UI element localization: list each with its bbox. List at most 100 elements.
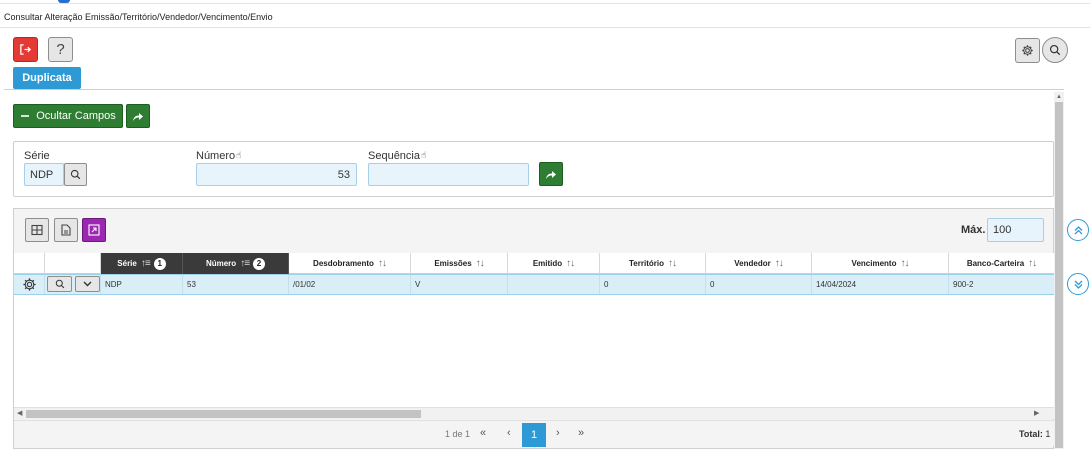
serie-input[interactable]: NDP <box>24 163 64 186</box>
sort-both-icon: ↑↓ <box>377 258 387 269</box>
cell-emissoes: V <box>411 275 508 294</box>
scroll-right-arrow-icon[interactable]: ▶ <box>1034 409 1039 417</box>
column-header-emissoes[interactable]: Emissões ↑↓ <box>411 253 508 274</box>
serie-label: Série <box>24 150 50 162</box>
scroll-top-button[interactable] <box>1067 219 1089 241</box>
column-header-emitido[interactable]: Emitido ↑↓ <box>508 253 600 274</box>
search-icon <box>70 169 81 180</box>
share-button[interactable] <box>126 104 150 128</box>
search-icon <box>1049 44 1061 56</box>
sequencia-label-text: Sequência <box>368 150 420 162</box>
share-arrow-icon <box>546 170 556 179</box>
max-label: Máx. <box>961 224 986 236</box>
vertical-scroll-thumb[interactable] <box>1055 102 1063 448</box>
cell-banco-carteira: 900-2 <box>953 280 974 289</box>
numero-label-text: Número <box>196 150 236 162</box>
sequencia-input[interactable] <box>368 163 529 186</box>
current-page-button[interactable]: 1 <box>522 423 546 447</box>
column-header-banco-carteira[interactable]: Banco-Carteira ↑↓ <box>949 253 1054 274</box>
cell-desdobramento: /01/02 <box>289 275 411 294</box>
document-icon <box>61 224 71 236</box>
chevrons-up-icon <box>1074 225 1082 234</box>
prev-page-button[interactable]: ‹ <box>507 427 511 439</box>
page-info: 1 de 1 <box>445 429 471 439</box>
column-header-label: Emissões <box>434 259 472 268</box>
exit-icon <box>20 44 32 55</box>
share-arrow-icon <box>133 112 143 121</box>
minus-icon <box>21 115 30 117</box>
header-actions-cell <box>45 253 101 274</box>
export-icon <box>88 224 100 236</box>
table-header: Série ↑≡ 1 Número ↑≡ 2 Desdobramento ↑↓ Emiss… <box>14 253 1054 274</box>
column-header-label: Desdobramento <box>313 259 374 268</box>
top-indicator <box>58 0 70 3</box>
cell-serie: NDP <box>101 275 183 294</box>
column-header-territorio[interactable]: Território ↑↓ <box>600 253 706 274</box>
exit-button[interactable] <box>13 37 38 62</box>
pointer-hand-icon: ☝ <box>236 150 242 160</box>
sort-both-icon: ↑↓ <box>900 258 909 269</box>
sort-both-icon: ↑↓ <box>774 258 784 269</box>
title-divider <box>0 27 1090 28</box>
total-label: Total: <box>1019 429 1043 439</box>
column-header-label: Emitido <box>532 259 563 268</box>
row-settings-cell <box>14 275 45 294</box>
column-header-vendedor[interactable]: Vendedor ↑↓ <box>706 253 812 274</box>
next-page-button[interactable]: › <box>556 427 560 439</box>
row-expand-button[interactable] <box>75 276 100 292</box>
help-button[interactable]: ? <box>48 37 73 62</box>
column-header-numero[interactable]: Número ↑≡ 2 <box>183 253 289 274</box>
gear-icon[interactable] <box>22 277 37 292</box>
row-actions-cell <box>45 275 101 294</box>
horizontal-scroll-thumb[interactable] <box>26 410 421 418</box>
column-header-serie[interactable]: Série ↑≡ 1 <box>101 253 183 274</box>
vertical-scrollbar[interactable]: ▲ <box>1054 92 1064 449</box>
sequencia-label: Sequência☝ <box>368 150 426 162</box>
sort-both-icon: ↑↓ <box>475 258 485 269</box>
column-header-label: Vendedor <box>734 259 771 268</box>
search-icon <box>55 279 64 289</box>
chevron-down-icon <box>83 281 92 287</box>
results-table: Série ↑≡ 1 Número ↑≡ 2 Desdobramento ↑↓ Emiss… <box>14 253 1054 407</box>
column-header-vencimento[interactable]: Vencimento ↑↓ <box>812 253 949 274</box>
cell-numero: 53 <box>183 275 289 294</box>
global-search-button[interactable] <box>1042 37 1068 63</box>
top-bar <box>0 0 1090 4</box>
scroll-bottom-button[interactable] <box>1067 273 1089 295</box>
export-button[interactable] <box>82 218 106 242</box>
scroll-up-arrow-icon[interactable]: ▲ <box>1056 94 1062 100</box>
sort-both-icon: ↑↓ <box>1028 258 1037 269</box>
hide-fields-button[interactable]: Ocultar Campos <box>13 104 123 128</box>
header-settings-cell <box>14 253 45 274</box>
cell-emitido <box>508 275 600 294</box>
table-row[interactable]: NDP 53 /01/02 V 0 0 14/04/2024 900-2 <box>14 274 1054 295</box>
filter-panel <box>13 141 1054 197</box>
document-button[interactable] <box>54 218 78 242</box>
grid-view-button[interactable] <box>25 218 49 242</box>
cell-vendedor: 0 <box>706 275 812 294</box>
max-input[interactable]: 100 <box>987 218 1044 242</box>
cell-territorio: 0 <box>600 275 706 294</box>
total-value: 1 <box>1045 429 1051 439</box>
apply-filter-button[interactable] <box>539 162 563 186</box>
row-view-button[interactable] <box>47 276 72 292</box>
sort-both-icon: ↑↓ <box>566 258 575 269</box>
page-title: Consultar Alteração Emissão/Território/V… <box>4 12 273 22</box>
first-page-button[interactable]: « <box>480 427 486 439</box>
sort-asc-icon: ↑≡ <box>240 258 250 269</box>
horizontal-scrollbar[interactable]: ◀ ▶ <box>14 407 1054 419</box>
sort-order-badge: 2 <box>253 257 266 270</box>
settings-button[interactable] <box>1015 38 1040 63</box>
column-header-label: Banco-Carteira <box>966 259 1025 268</box>
numero-input[interactable]: 53 <box>196 163 357 186</box>
tab-duplicata[interactable]: Duplicata <box>13 67 81 89</box>
gear-icon <box>1022 45 1033 56</box>
chevrons-down-icon <box>1074 280 1082 289</box>
scroll-left-arrow-icon[interactable]: ◀ <box>17 409 22 417</box>
numero-label: Número☝ <box>196 150 242 162</box>
total-count: Total: 1 <box>1019 429 1050 439</box>
column-header-label: Série <box>117 259 137 268</box>
serie-lookup-button[interactable] <box>64 163 87 186</box>
last-page-button[interactable]: » <box>578 427 584 439</box>
column-header-desdobramento[interactable]: Desdobramento ↑↓ <box>289 253 411 274</box>
